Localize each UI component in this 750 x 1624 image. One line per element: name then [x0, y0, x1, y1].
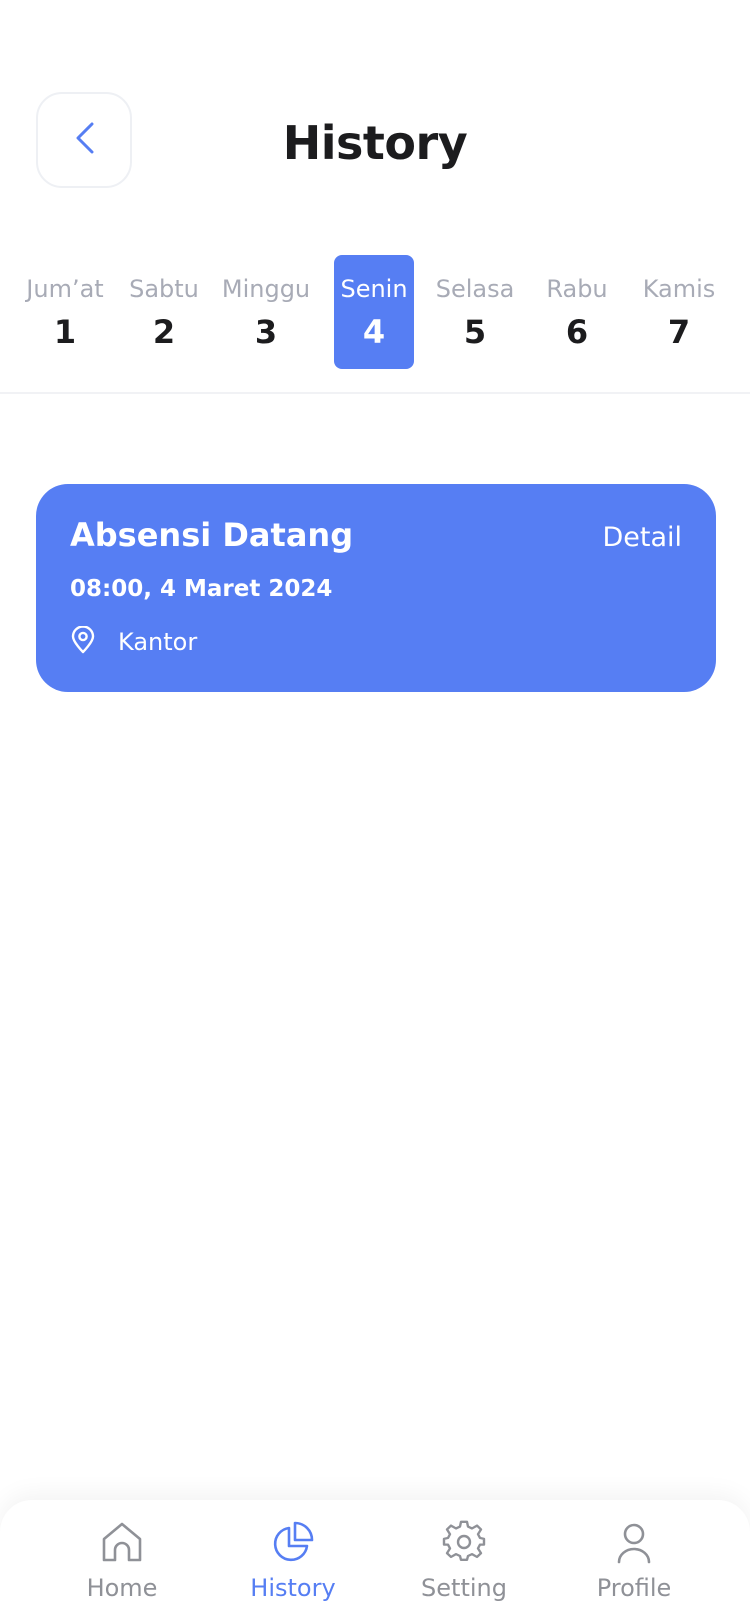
page-title: History	[282, 116, 468, 170]
detail-link[interactable]: Detail	[602, 522, 682, 553]
day-name: Kamis	[642, 275, 716, 303]
day-selector: Jum’at 1 Sabtu 2 Minggu 3 Senin 4 Selasa…	[0, 255, 750, 371]
home-icon	[100, 1520, 144, 1568]
location-label: Kantor	[118, 628, 198, 656]
card-datetime: 08:00, 4 Maret 2024	[70, 576, 333, 602]
card-title: Absensi Datang	[70, 516, 354, 554]
day-item-2[interactable]: Sabtu 2	[123, 255, 205, 369]
day-item-1[interactable]: Jum’at 1	[24, 255, 106, 369]
day-item-7[interactable]: Kamis 7	[638, 255, 720, 369]
day-name: Selasa	[435, 275, 515, 303]
day-item-4[interactable]: Senin 4	[334, 255, 414, 369]
divider	[0, 392, 750, 394]
nav-label: Home	[86, 1574, 158, 1602]
history-screen: History Jum’at 1 Sabtu 2 Minggu 3 Senin …	[0, 0, 750, 1624]
day-name: Sabtu	[129, 275, 199, 303]
day-number: 7	[667, 313, 691, 351]
day-number: 5	[463, 313, 487, 351]
day-number: 6	[565, 313, 589, 351]
day-number: 1	[53, 313, 77, 351]
day-number: 4	[362, 313, 386, 351]
day-name: Minggu	[221, 275, 311, 303]
map-pin-icon	[70, 625, 96, 658]
pie-chart-icon	[271, 1520, 315, 1568]
nav-label: Profile	[596, 1574, 672, 1602]
day-item-3[interactable]: Minggu 3	[221, 255, 311, 369]
day-name: Senin	[340, 275, 408, 303]
bottom-nav: Home History Setting Profile	[0, 1500, 750, 1624]
nav-home[interactable]: Home	[52, 1520, 192, 1602]
attendance-card[interactable]: Absensi Datang Detail 08:00, 4 Maret 202…	[36, 484, 716, 692]
day-item-6[interactable]: Rabu 6	[536, 255, 618, 369]
day-item-5[interactable]: Selasa 5	[434, 255, 516, 369]
card-location: Kantor	[70, 625, 198, 658]
nav-profile[interactable]: Profile	[564, 1520, 704, 1602]
day-name: Rabu	[546, 275, 608, 303]
nav-label: Setting	[421, 1574, 507, 1602]
nav-history[interactable]: History	[223, 1520, 363, 1602]
day-number: 3	[254, 313, 278, 351]
user-icon	[612, 1520, 656, 1568]
nav-label: History	[250, 1574, 336, 1602]
day-name: Jum’at	[26, 275, 104, 303]
gear-icon	[442, 1520, 486, 1568]
nav-setting[interactable]: Setting	[394, 1520, 534, 1602]
day-number: 2	[152, 313, 176, 351]
